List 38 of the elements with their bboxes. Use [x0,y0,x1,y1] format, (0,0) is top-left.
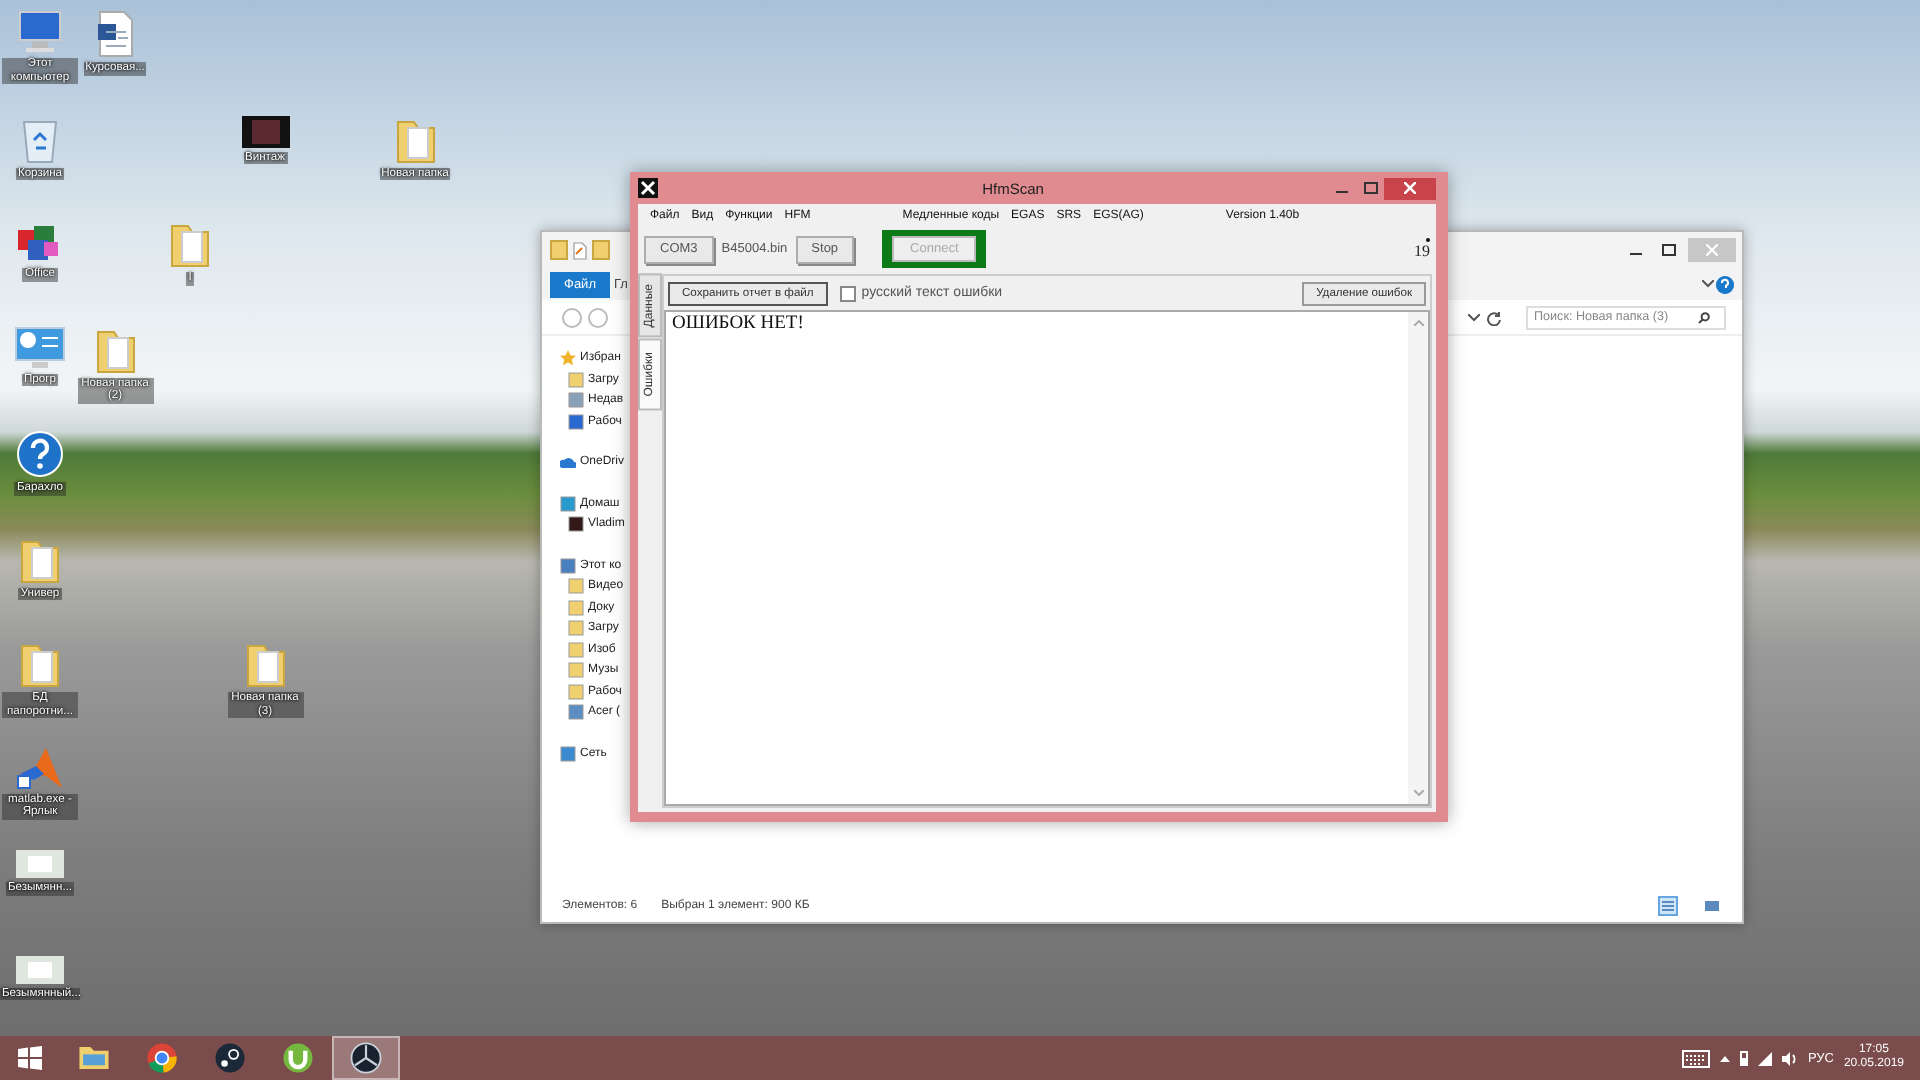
details-view-icon[interactable] [1658,896,1678,916]
help-icon[interactable] [1716,275,1734,293]
close-icon [1404,182,1416,194]
volume-icon[interactable] [1781,1051,1798,1065]
refresh-icon[interactable] [1486,309,1502,325]
taskbar-app-button[interactable] [332,1036,400,1080]
close-button[interactable] [1384,177,1436,199]
cloud-icon [560,454,576,471]
output-text: ОШИБОК НЕТ! [670,312,806,336]
control-panel-icon [14,325,66,369]
office-icon [16,220,64,264]
document-icon [95,10,135,58]
recycle-bin-icon [22,115,58,163]
star-logo-icon [346,1038,386,1078]
start-icon [18,1046,42,1070]
page-icon[interactable] [572,241,588,259]
maximize-icon [1662,244,1676,256]
round-logo-icon [142,1038,182,1078]
help-icon [16,430,64,478]
chevron-up-icon[interactable] [1719,1055,1730,1061]
picture-icon [16,955,64,983]
signal-icon[interactable] [1757,1051,1772,1065]
star-icon [560,350,576,367]
u-logo-icon [278,1038,318,1078]
maximize-icon [1363,182,1377,194]
battery-icon[interactable] [1739,1050,1748,1066]
chevron-down-icon[interactable] [1468,313,1480,321]
cone-shortcut-icon [16,745,64,789]
chevron-down-icon[interactable] [1702,280,1714,288]
search-icon [1698,311,1710,323]
counter-label: 19 [1414,242,1430,260]
app-icon [638,178,658,198]
film-icon [241,115,289,147]
close-icon [1706,244,1718,256]
thumbnail-view-icon[interactable] [1702,896,1722,916]
picture-icon [16,850,64,878]
keyboard-icon[interactable] [1681,1049,1710,1067]
round-logo-icon [210,1038,250,1078]
